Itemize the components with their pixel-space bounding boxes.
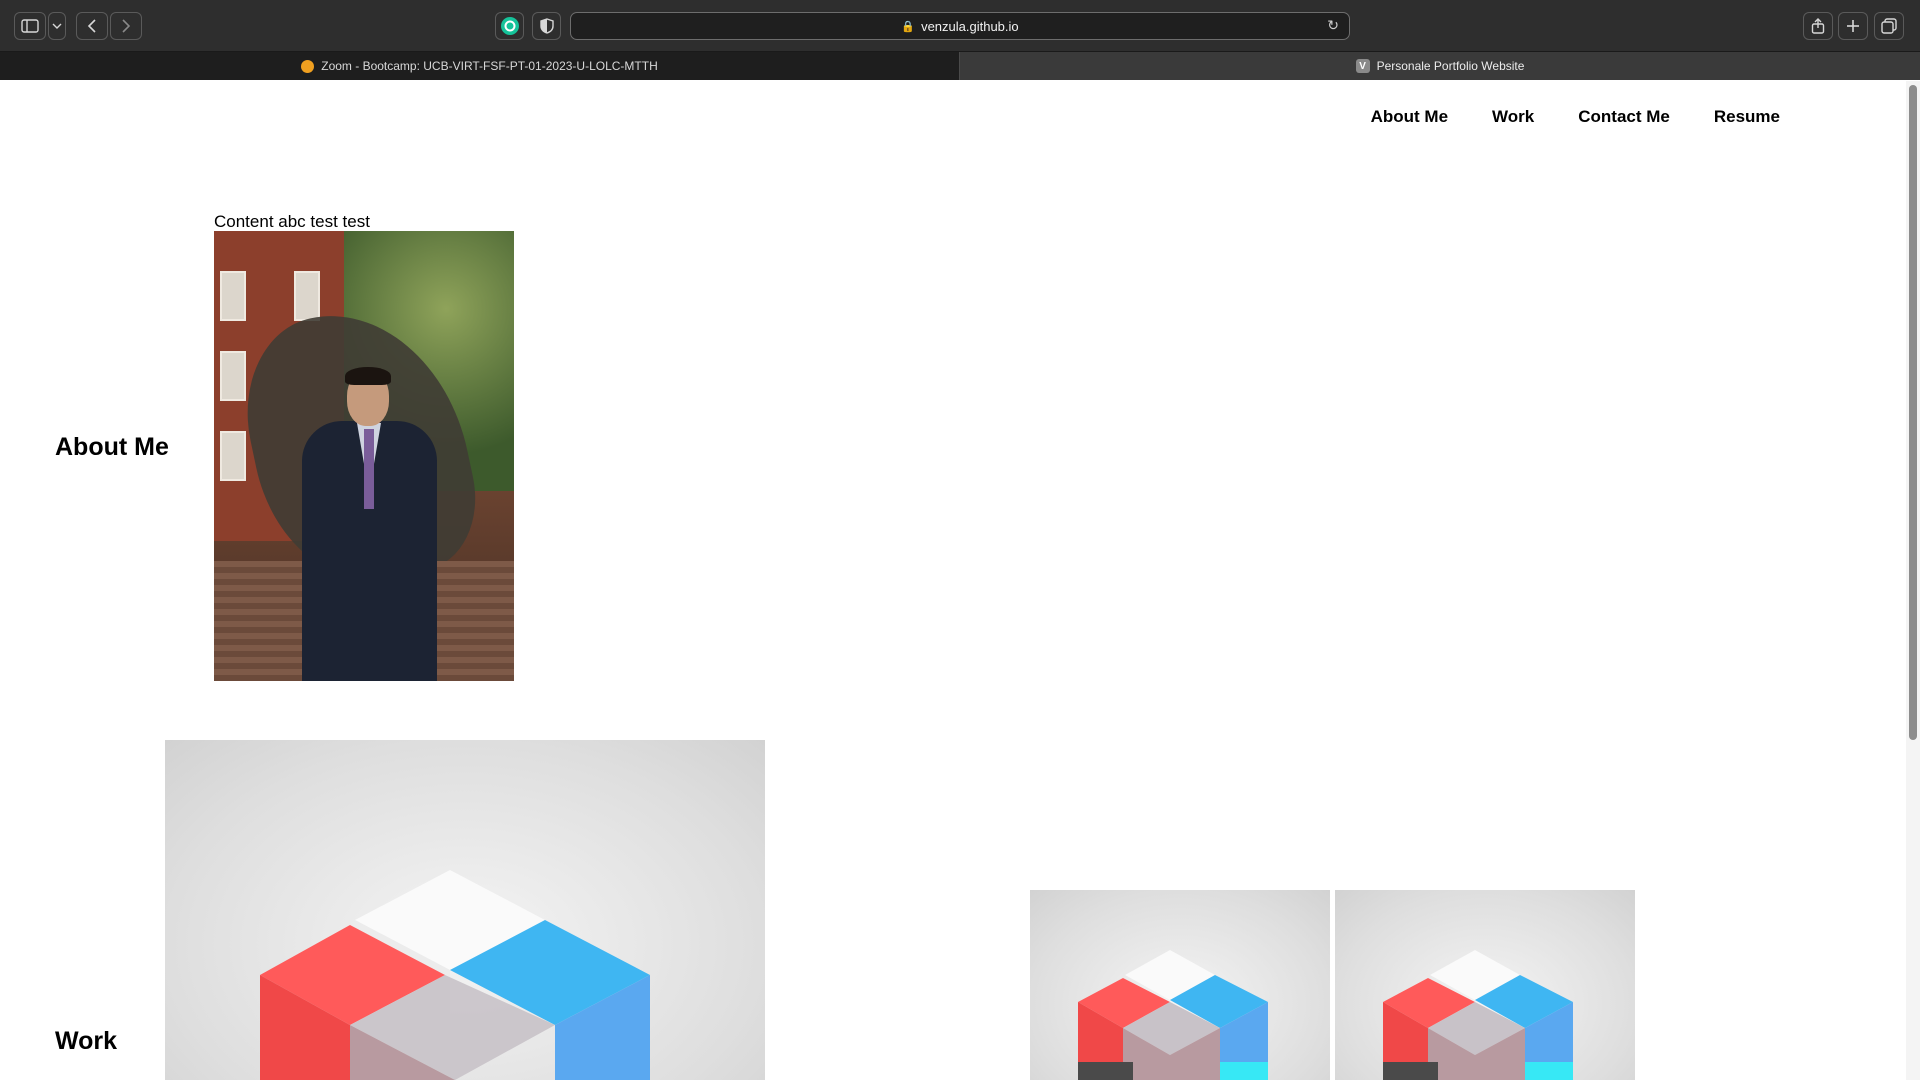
site-nav: About Me Work Contact Me Resume (1371, 107, 1780, 127)
about-content-text: Content abc test test (214, 212, 370, 231)
work-project-image-2[interactable] (1030, 890, 1330, 1080)
tab-label: Zoom - Bootcamp: UCB-VIRT-FSF-PT-01-2023… (321, 59, 658, 73)
profile-photo (214, 231, 514, 681)
share-icon[interactable] (1803, 12, 1833, 40)
work-heading: Work (55, 1027, 118, 1055)
privacy-shield-icon[interactable] (532, 12, 561, 40)
tab-bar: Zoom - Bootcamp: UCB-VIRT-FSF-PT-01-2023… (0, 52, 1920, 80)
tab-overview-icon[interactable] (1874, 12, 1904, 40)
nav-work[interactable]: Work (1492, 107, 1534, 127)
back-icon[interactable] (76, 12, 108, 40)
tab-portfolio[interactable]: V Personale Portfolio Website (960, 52, 1920, 80)
reload-icon[interactable]: ↻ (1327, 17, 1339, 34)
forward-icon[interactable] (110, 12, 142, 40)
scrollbar-thumb[interactable] (1909, 85, 1917, 740)
page-scrollbar[interactable] (1906, 81, 1920, 1080)
page-content: About Me Work Contact Me Resume About Me… (0, 81, 1906, 1080)
tab-label: Personale Portfolio Website (1376, 59, 1525, 73)
grammarly-icon[interactable] (495, 12, 524, 40)
url-text: venzula.github.io (921, 18, 1019, 34)
about-me-heading: About Me (55, 433, 169, 461)
tab-zoom-bootcamp[interactable]: Zoom - Bootcamp: UCB-VIRT-FSF-PT-01-2023… (0, 52, 960, 80)
chevron-down-icon[interactable] (48, 12, 66, 40)
sidebar-icon[interactable] (14, 12, 46, 40)
work-project-image-3[interactable] (1335, 890, 1635, 1080)
address-bar[interactable]: 🔒 venzula.github.io ↻ (570, 12, 1350, 40)
lock-icon: 🔒 (901, 20, 916, 33)
nav-resume[interactable]: Resume (1714, 107, 1780, 127)
work-project-image-main[interactable] (165, 740, 765, 1080)
nav-contact-me[interactable]: Contact Me (1578, 107, 1670, 127)
browser-toolbar: 🔒 venzula.github.io ↻ (0, 0, 1920, 52)
v-icon: V (1355, 59, 1370, 73)
new-tab-icon[interactable] (1838, 12, 1868, 40)
zoom-icon (301, 59, 315, 73)
nav-about-me[interactable]: About Me (1371, 107, 1448, 127)
